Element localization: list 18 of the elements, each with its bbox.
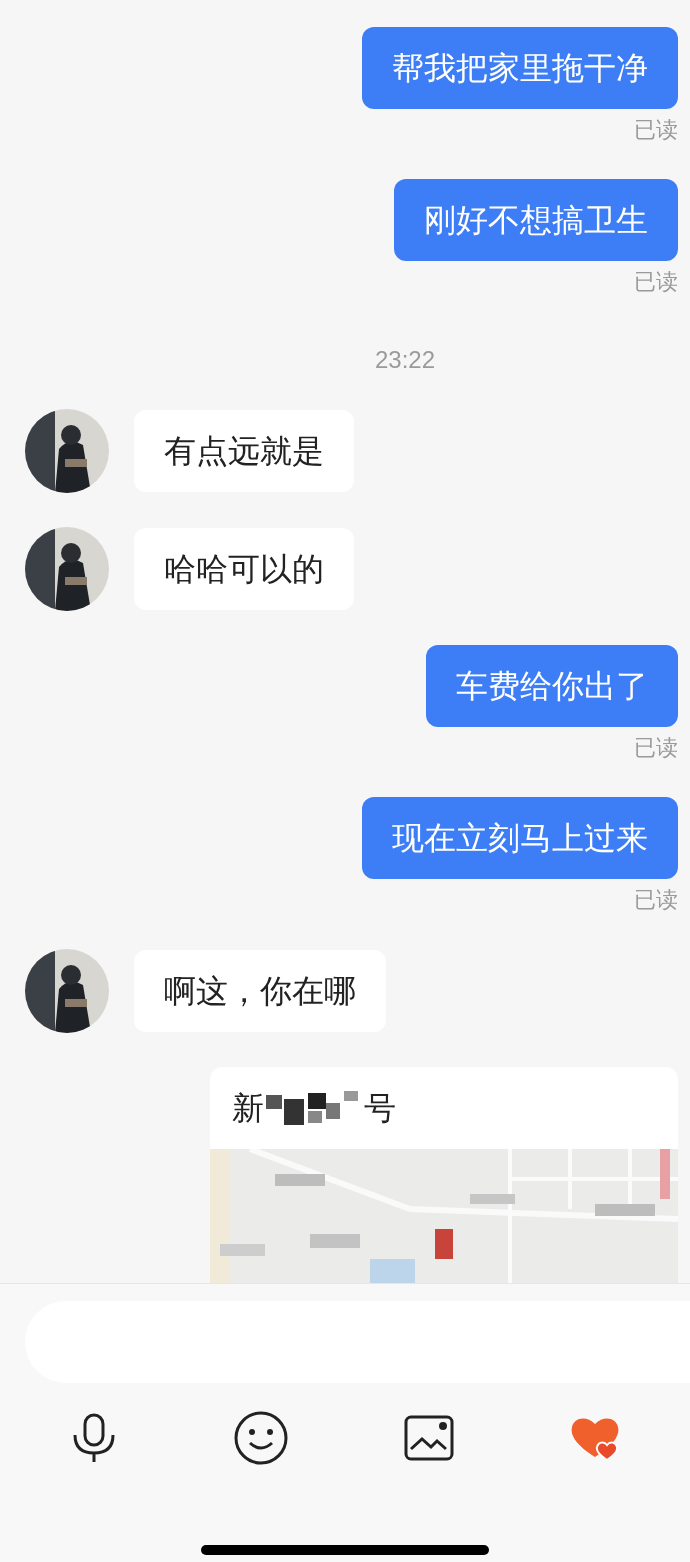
smiley-icon[interactable] xyxy=(234,1411,289,1465)
timestamp: 23:22 xyxy=(374,345,436,375)
location-title: 新 xyxy=(232,1089,264,1128)
microphone-icon[interactable] xyxy=(72,1413,115,1463)
image-icon[interactable] xyxy=(403,1415,454,1461)
received-message-bubble: 有点远就是 xyxy=(134,410,354,492)
location-card[interactable]: 新 号 xyxy=(210,1067,678,1283)
sent-message-bubble: 帮我把家里拖干净 xyxy=(362,27,678,109)
sent-message-bubble: 现在立刻马上过来 xyxy=(362,797,678,879)
sent-message-bubble: 刚好不想搞卫生 xyxy=(394,179,678,261)
received-message-bubble: 哈哈可以的 xyxy=(134,528,354,610)
location-title: 号 xyxy=(364,1089,396,1128)
read-receipt: 已读 xyxy=(634,268,678,296)
received-message-bubble: 啊这，你在哪 xyxy=(134,950,386,1032)
read-receipt: 已读 xyxy=(634,886,678,914)
read-receipt: 已读 xyxy=(634,734,678,762)
sent-message-bubble: 车费给你出了 xyxy=(426,645,678,727)
read-receipt: 已读 xyxy=(634,116,678,144)
